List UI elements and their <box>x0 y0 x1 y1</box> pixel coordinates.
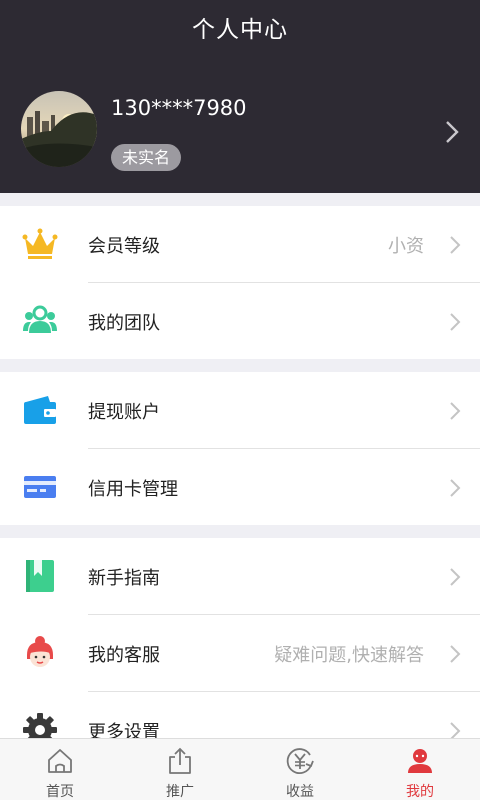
menu-item-my-team[interactable]: 我的团队 <box>0 283 480 360</box>
credit-card-icon <box>24 476 56 498</box>
tab-label: 收益 <box>286 784 314 800</box>
menu-item-label: 会员等级 <box>88 236 160 257</box>
tab-income[interactable]: 收益 <box>240 739 360 800</box>
section-help: 新手指南 我的客服 疑难问题,快速解答 更多设置 <box>0 538 480 738</box>
menu-item-credit-card[interactable]: 信用卡管理 <box>0 449 480 526</box>
menu-item-label: 提现账户 <box>88 402 160 423</box>
income-icon <box>286 748 314 774</box>
guide-book-icon <box>26 560 54 592</box>
chevron-right-icon <box>450 645 461 663</box>
wallet-icon <box>24 396 56 424</box>
member-level-value: 小资 <box>388 236 424 257</box>
menu-item-more-settings[interactable]: 更多设置 <box>0 692 480 738</box>
section-accounts: 提现账户 信用卡管理 <box>0 372 480 525</box>
menu-item-withdraw-account[interactable]: 提现账户 <box>0 372 480 449</box>
chevron-right-icon[interactable] <box>443 120 461 144</box>
menu-item-label: 我的客服 <box>88 645 160 666</box>
tab-label: 首页 <box>46 784 74 800</box>
chevron-right-icon <box>450 479 461 497</box>
tab-label: 推广 <box>166 784 194 800</box>
menu-item-label: 新手指南 <box>88 568 160 589</box>
bottom-tab-bar: 首页 推广 收益 我的 <box>0 738 480 800</box>
chevron-right-icon <box>450 722 461 738</box>
menu-item-label: 信用卡管理 <box>88 479 178 500</box>
team-icon <box>23 305 57 333</box>
gear-icon <box>23 713 57 738</box>
menu-item-member-level[interactable]: 会员等级 小资 <box>0 206 480 283</box>
chevron-right-icon <box>450 236 461 254</box>
tab-label: 我的 <box>406 784 434 800</box>
tab-mine[interactable]: 我的 <box>360 739 480 800</box>
tab-home[interactable]: 首页 <box>0 739 120 800</box>
customer-service-icon <box>27 636 53 667</box>
home-icon <box>48 749 72 773</box>
menu-item-customer-service[interactable]: 我的客服 疑难问题,快速解答 <box>0 615 480 692</box>
chevron-right-icon <box>450 568 461 586</box>
page-title: 个人中心 <box>192 17 288 43</box>
profile-header: 个人中心 130****7980 未实名 <box>0 0 480 193</box>
crown-icon <box>22 228 58 259</box>
menu-item-label: 我的团队 <box>88 313 160 334</box>
menu-item-beginner-guide[interactable]: 新手指南 <box>0 538 480 615</box>
chevron-right-icon <box>450 313 461 331</box>
avatar[interactable] <box>21 91 97 167</box>
profile-icon <box>408 749 432 773</box>
share-icon <box>169 747 191 774</box>
tab-promote[interactable]: 推广 <box>120 739 240 800</box>
phone-number: 130****7980 <box>111 96 247 120</box>
menu-item-label: 更多设置 <box>88 722 160 738</box>
verification-badge[interactable]: 未实名 <box>111 144 182 171</box>
section-membership: 会员等级 小资 我的团队 <box>0 206 480 359</box>
chevron-right-icon <box>450 402 461 420</box>
customer-service-hint: 疑难问题,快速解答 <box>274 645 424 666</box>
